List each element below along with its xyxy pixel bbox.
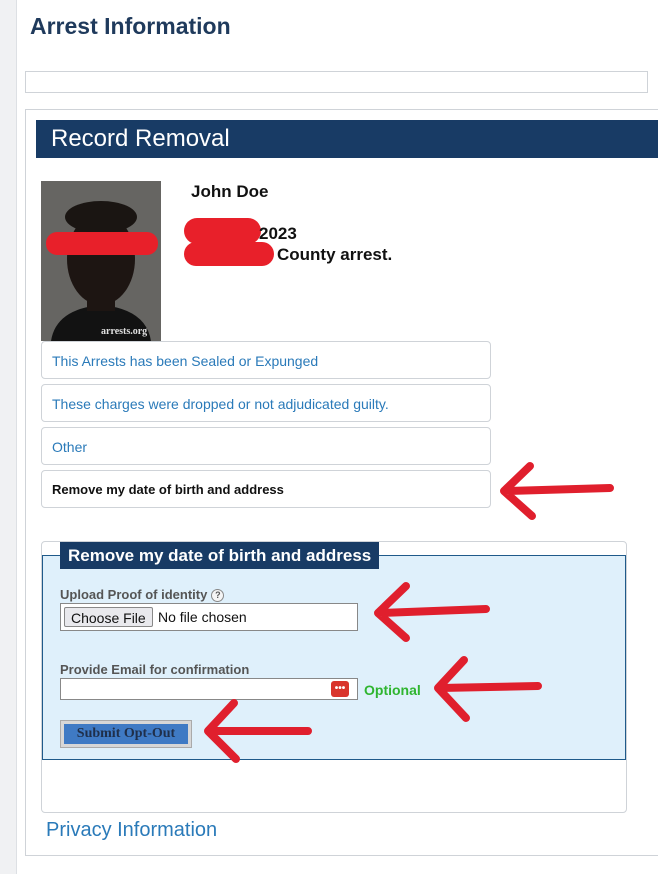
submit-label: Submit Opt-Out bbox=[64, 724, 188, 744]
arrest-county: County arrest. bbox=[277, 245, 393, 264]
annotation-arrow-icon bbox=[374, 582, 490, 642]
option-other[interactable]: Other bbox=[41, 427, 491, 465]
privacy-information-link[interactable]: Privacy Information bbox=[46, 819, 217, 842]
annotation-arrow-icon bbox=[500, 462, 614, 520]
file-status: No file chosen bbox=[158, 609, 247, 625]
option-remove-dob-address[interactable]: Remove my date of birth and address bbox=[41, 470, 491, 508]
face-redaction bbox=[46, 232, 158, 255]
file-upload-input[interactable]: Choose File No file chosen bbox=[60, 603, 358, 631]
annotation-arrow-icon bbox=[434, 656, 542, 722]
optional-hint: Optional bbox=[364, 682, 421, 698]
redaction-mark bbox=[184, 242, 274, 266]
upload-label-text: Upload Proof of identity bbox=[60, 587, 208, 602]
mugshot-photo: arrests.org bbox=[41, 181, 161, 341]
panel-header: Record Removal bbox=[36, 120, 658, 158]
empty-bar bbox=[25, 71, 648, 93]
redaction-mark bbox=[184, 218, 261, 244]
annotation-arrow-icon bbox=[204, 699, 312, 763]
form-legend: Remove my date of birth and address bbox=[60, 542, 380, 569]
password-manager-icon[interactable]: ••• bbox=[331, 681, 349, 697]
person-name: John Doe bbox=[191, 182, 269, 201]
help-icon[interactable]: ? bbox=[211, 589, 225, 603]
page-title: Arrest Information bbox=[30, 13, 231, 39]
mugshot-watermark: arrests.org bbox=[101, 326, 147, 337]
page-content: Arrest Information Record Removal arrest… bbox=[16, 0, 658, 874]
mugshot-image: arrests.org bbox=[41, 181, 161, 341]
option-charges-dropped[interactable]: These charges were dropped or not adjudi… bbox=[41, 384, 491, 422]
option-sealed-expunged[interactable]: This Arrests has been Sealed or Expunged bbox=[41, 341, 491, 379]
arrest-date: 2023 bbox=[259, 224, 297, 243]
email-label: Provide Email for confirmation bbox=[60, 662, 250, 677]
choose-file-button[interactable]: Choose File bbox=[64, 607, 153, 627]
submit-opt-out-button[interactable]: Submit Opt-Out bbox=[60, 720, 192, 748]
upload-label: Upload Proof of identity? bbox=[60, 587, 225, 603]
